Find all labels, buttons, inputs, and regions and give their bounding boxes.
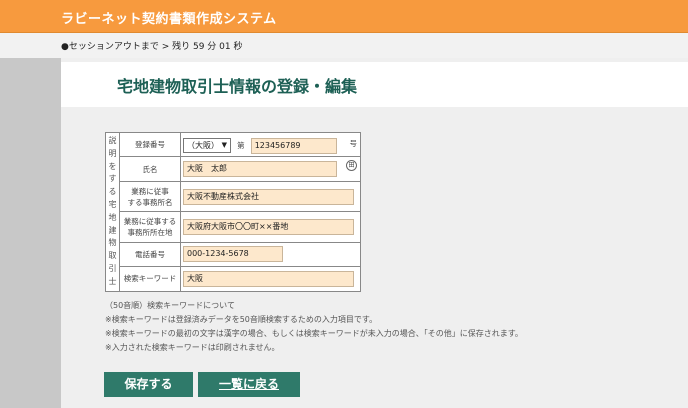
office-address-input[interactable]: 大阪府大阪市〇〇町××番地	[183, 219, 354, 235]
search-icon[interactable]: 田	[346, 160, 357, 172]
note-line: （50音順）検索キーワードについて	[105, 301, 235, 310]
office-name-label: 業務に従事 する事務所名	[119, 180, 181, 213]
title-bar: 宅地建物取引士情報の登録・編集	[61, 62, 688, 107]
prefecture-select[interactable]: （大阪） ▼	[183, 138, 231, 154]
session-timer: ●セッションアウトまで > 残り 59 分 01 秒	[61, 42, 243, 52]
office-name-input[interactable]: 大阪不動産株式会社	[183, 188, 354, 205]
reg-number-label: 登録番号	[119, 131, 181, 158]
reg-number-input[interactable]: 123456789	[250, 137, 337, 154]
keyword-input[interactable]: 大阪	[183, 270, 354, 287]
note-line: ※検索キーワードは登録済みデータを50音順検索するための入力項目です。	[105, 315, 378, 324]
office-address-label: 業務に従事する 事務所所在地	[119, 211, 181, 243]
dai-label: 第	[237, 141, 245, 151]
name-label: 氏名	[119, 156, 181, 182]
registration-form: 説明を する宅 地建物 取引士 登録番号 （大阪） ▼ 第 123456789 号…	[105, 131, 361, 292]
session-bar: ●セッションアウトまで > 残り 59 分 01 秒	[0, 33, 688, 58]
left-margin	[0, 58, 61, 408]
keyword-notes: （50音順）検索キーワードについて ※検索キーワードは登録済みデータを50音順検…	[105, 299, 523, 355]
keyword-cell: 大阪	[180, 266, 361, 292]
office-name-cell: 大阪不動産株式会社	[180, 180, 361, 213]
office-address-cell: 大阪府大阪市〇〇町××番地	[180, 211, 361, 243]
app-header: ラビーネット契約書類作成システム	[0, 0, 688, 33]
back-to-list-button[interactable]: 一覧に戻る	[198, 372, 300, 397]
keyword-label: 検索キーワード	[119, 266, 181, 292]
phone-input[interactable]: 000-1234-5678	[183, 246, 283, 263]
phone-cell: 000-1234-5678	[180, 241, 361, 268]
page-title: 宅地建物取引士情報の登録・編集	[117, 77, 358, 96]
go-label: 号	[349, 139, 358, 148]
note-line: ※検索キーワードの最初の文字は漢字の場合、もしくは検索キーワードが未入力の場合、…	[105, 329, 523, 338]
name-input[interactable]: 大阪 太郎	[183, 161, 337, 178]
phone-label: 電話番号	[119, 241, 181, 268]
chevron-down-icon: ▼	[221, 141, 227, 150]
main-content: 宅地建物取引士情報の登録・編集 説明を する宅 地建物 取引士 登録番号 （大阪…	[61, 58, 688, 408]
app-title: ラビーネット契約書類作成システム	[61, 12, 277, 27]
name-cell: 大阪 太郎 田	[180, 156, 361, 182]
note-line: ※入力された検索キーワードは印刷されません。	[105, 343, 280, 352]
reg-number-cell: （大阪） ▼ 第 123456789 号	[180, 131, 361, 158]
save-button[interactable]: 保存する	[104, 372, 193, 397]
side-label: 説明を する宅 地建物 取引士	[105, 132, 120, 292]
